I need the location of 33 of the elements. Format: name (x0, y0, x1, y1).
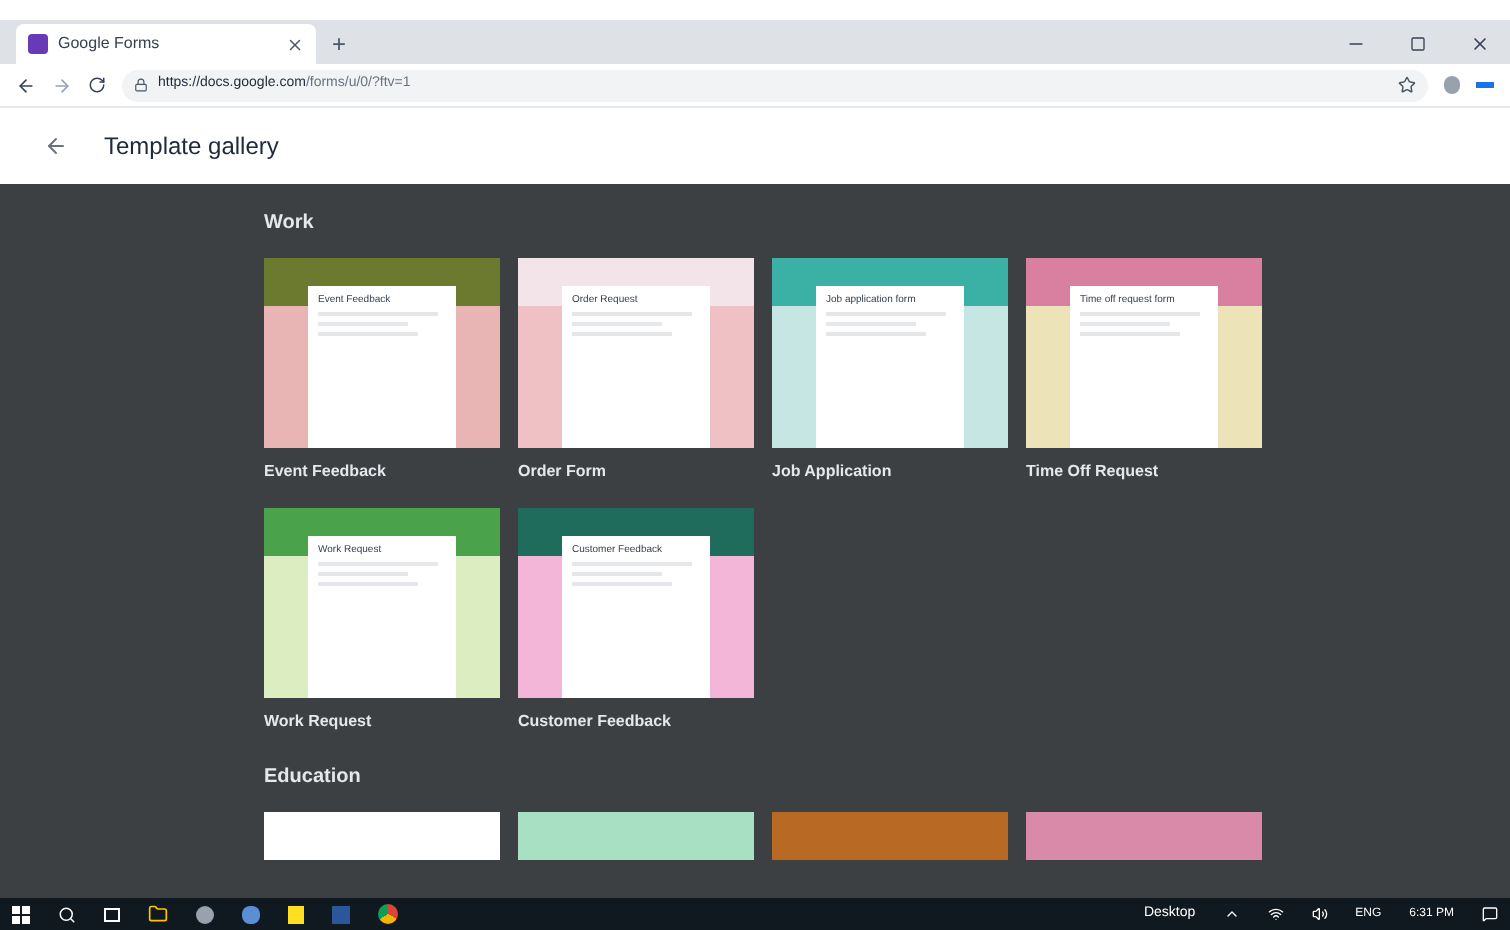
new-tab-button[interactable]: + (316, 24, 363, 64)
back-icon[interactable] (16, 75, 36, 95)
template-name[interactable]: Work Request (264, 710, 500, 738)
notification-icon[interactable] (1482, 906, 1498, 922)
wifi-icon[interactable] (1267, 906, 1284, 922)
browser-tab[interactable]: Google Forms (16, 24, 316, 64)
back-icon[interactable] (44, 134, 68, 158)
app-icon[interactable] (288, 905, 304, 923)
template-name[interactable]: Customer Feedback (518, 710, 754, 738)
folder-icon[interactable] (148, 904, 168, 924)
search-icon[interactable] (58, 905, 76, 923)
lock-icon (134, 78, 148, 92)
close-icon[interactable] (286, 35, 304, 53)
browser-app-icon[interactable] (378, 904, 398, 924)
reload-icon[interactable] (88, 76, 106, 94)
maximize-icon[interactable] (1410, 36, 1426, 52)
task-view-icon[interactable] (104, 907, 120, 921)
close-icon[interactable] (1470, 34, 1490, 54)
page-title: Template gallery (104, 130, 279, 164)
template-name[interactable]: Job Application (772, 460, 1008, 488)
app-icon[interactable] (242, 905, 260, 923)
template-name[interactable]: Order Form (518, 460, 754, 488)
star-icon[interactable] (1398, 76, 1416, 94)
windows-logo-icon[interactable] (12, 905, 30, 923)
forms-logo-icon (28, 34, 48, 54)
template-name[interactable]: Time Off Request (1026, 460, 1262, 488)
section-title: Education (264, 764, 363, 792)
forward-icon[interactable] (52, 75, 72, 95)
section-title: Work (264, 210, 316, 238)
app-icon[interactable] (196, 905, 214, 923)
chevron-up-icon[interactable] (1223, 906, 1240, 922)
speaker-icon[interactable] (1311, 906, 1328, 922)
template-name[interactable]: Event Feedback (264, 460, 500, 488)
